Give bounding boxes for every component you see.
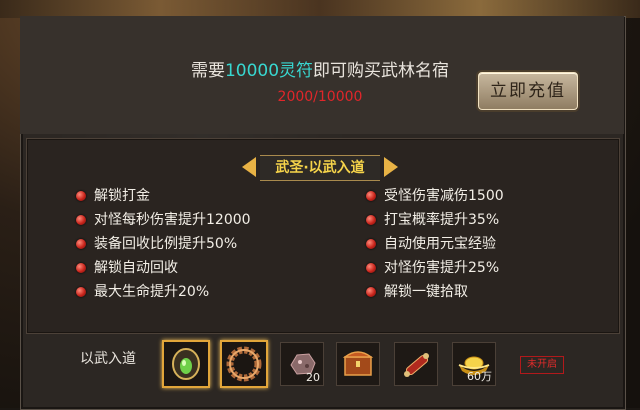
item-count: 60万 — [467, 370, 492, 383]
bullet-icon — [366, 215, 376, 225]
perk-item: 对怪伤害提升25% — [366, 258, 499, 278]
recharge-button[interactable]: 立即充值 — [478, 72, 578, 110]
bead-bracelet-icon — [226, 346, 262, 382]
item-count: 20 — [306, 371, 320, 384]
bullet-icon — [76, 215, 86, 225]
reward-slot[interactable]: 20 — [280, 342, 324, 386]
rewards-label: 以武入道 — [80, 351, 136, 367]
perk-item: 解锁一键拾取 — [366, 282, 468, 302]
perk-item: 打宝概率提升35% — [366, 210, 499, 230]
reward-slot[interactable] — [220, 340, 268, 388]
reward-slot[interactable] — [336, 342, 380, 386]
reward-slot[interactable]: 60万 — [452, 342, 496, 386]
bullet-icon — [76, 263, 86, 273]
treasure-chest-icon — [342, 351, 374, 376]
bullet-icon — [76, 287, 86, 297]
bullet-icon — [76, 191, 86, 201]
reward-slot[interactable] — [162, 340, 210, 388]
perk-item: 装备回收比例提升50% — [76, 234, 237, 254]
reward-slot[interactable] — [394, 342, 438, 386]
arrow-right-icon — [384, 157, 398, 177]
section-title: 武圣·以武入道 — [260, 155, 380, 181]
status-badge: 未开启 — [520, 356, 564, 374]
perk-item: 解锁打金 — [76, 186, 150, 206]
scroll-icon — [404, 353, 429, 377]
bullet-icon — [366, 239, 376, 249]
perk-item: 解锁自动回收 — [76, 258, 178, 278]
green-amulet-icon — [172, 348, 200, 380]
requirement-amount: 10000灵符 — [224, 61, 314, 81]
bullet-icon — [366, 287, 376, 297]
section-title-banner: 武圣·以武入道 — [242, 154, 398, 181]
bullet-icon — [366, 191, 376, 201]
perk-item: 最大生命提升20% — [76, 282, 209, 302]
arrow-left-icon — [242, 157, 256, 177]
perk-item: 自动使用元宝经验 — [366, 234, 496, 254]
bullet-icon — [366, 263, 376, 273]
bullet-icon — [76, 239, 86, 249]
requirement-suffix: 即可购买武林名宿 — [313, 61, 450, 81]
requirement-prefix: 需要 — [190, 61, 225, 81]
perk-item: 对怪每秒伤害提升12000 — [76, 210, 251, 230]
perk-item: 受怪伤害减伤1500 — [366, 186, 504, 206]
